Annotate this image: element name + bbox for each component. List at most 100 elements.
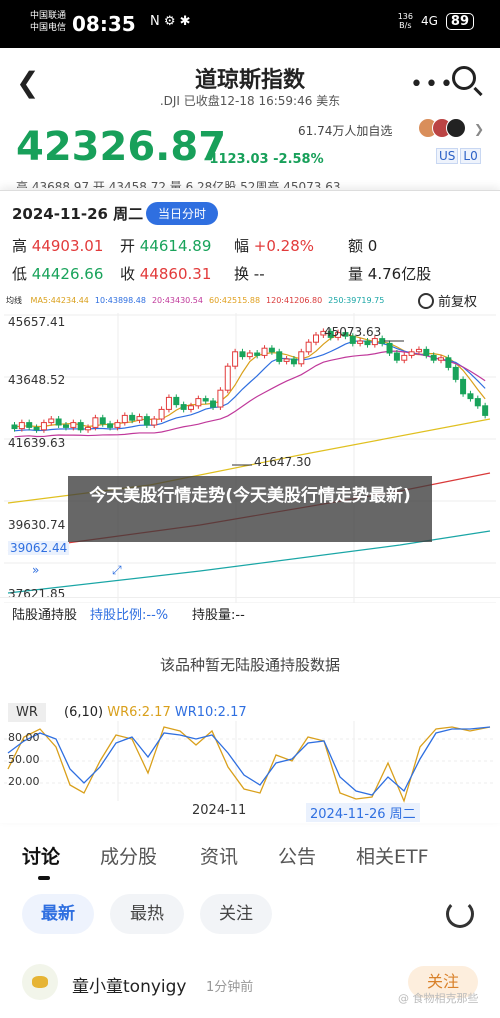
- ma20-line: [14, 350, 486, 438]
- double-chevron-icon[interactable]: »: [32, 563, 39, 577]
- candle-body: [298, 351, 305, 365]
- kline-chart[interactable]: 45657.41 43648.52 41639.63 39630.74 3906…: [0, 313, 500, 604]
- hk-connect-amount: 持股量:--: [192, 608, 245, 623]
- candle-body: [438, 357, 445, 361]
- candle-body: [460, 378, 467, 395]
- candle-body: [393, 352, 400, 361]
- clock: 08:35: [72, 12, 136, 36]
- stat-label: 收: [120, 265, 136, 283]
- candle-body: [136, 416, 143, 421]
- tab-news[interactable]: 资讯: [200, 842, 238, 869]
- post-username[interactable]: 童小童tonyigy: [72, 972, 186, 997]
- candle-body: [165, 396, 172, 410]
- candle-body: [114, 422, 121, 428]
- active-tab-indicator: [38, 876, 50, 880]
- post-item[interactable]: 童小童tonyigy 1分钟前 关注: [0, 960, 500, 1018]
- candle-body: [99, 417, 106, 425]
- hk-connect-section: 陆股通持股 持股比例:--% 持股量:-- 该品种暂无陆股通持股数据: [0, 597, 500, 698]
- candle-body: [474, 398, 481, 407]
- net-speed-value: 136: [397, 12, 413, 21]
- stat-label: 高: [12, 237, 28, 255]
- candle-body: [239, 351, 246, 358]
- stat-label: 量: [348, 265, 364, 283]
- stat-amplitude: 幅 +0.28%: [234, 235, 314, 256]
- candle-body: [173, 396, 180, 406]
- candle-body: [379, 338, 386, 344]
- candle-body: [224, 365, 231, 391]
- hk-connect-ratio: 持股比例:--%: [90, 608, 169, 623]
- candle-body: [283, 358, 290, 362]
- stat-value: 44426.66: [31, 265, 104, 283]
- refresh-icon[interactable]: [446, 900, 474, 928]
- chevron-right-icon[interactable]: ❯: [474, 122, 484, 136]
- stat-turnover: 换 --: [234, 263, 265, 284]
- filter-following[interactable]: 关注: [200, 894, 272, 934]
- candle-body: [55, 418, 62, 426]
- ma-value: 10:43898.48: [94, 296, 146, 305]
- price-change: -1123.03 -2.58%: [204, 152, 324, 167]
- expand-icon[interactable]: ⤢: [112, 563, 122, 578]
- search-icon[interactable]: [452, 66, 476, 90]
- stat-value: +0.28%: [253, 237, 315, 255]
- hk-connect-label: 陆股通持股: [12, 608, 78, 623]
- candle-body: [452, 366, 459, 380]
- candle-body: [371, 338, 378, 346]
- candle-body: [246, 352, 253, 358]
- candle-body: [261, 347, 268, 356]
- candle-body: [357, 340, 364, 344]
- market-badge-us: US: [436, 148, 459, 164]
- indicator-selector[interactable]: WR: [8, 703, 46, 722]
- moving-average-lines: [7, 333, 491, 594]
- hk-connect-empty-message: 该品种暂无陆股通持股数据: [159, 656, 340, 674]
- stat-low: 低 44426.66: [12, 263, 103, 284]
- y-axis-label: 41639.63: [8, 436, 66, 450]
- wr-indicator[interactable]: WR (6,10) WR6:2.17 WR10:2.17 80.00 50.00…: [0, 697, 500, 822]
- min-price-marker: 41647.30: [254, 455, 312, 469]
- candle-body: [386, 342, 393, 354]
- candle-body: [121, 414, 128, 424]
- candle-body: [467, 393, 474, 400]
- candle-body: [305, 341, 312, 353]
- wr-values: (6,10) WR6:2.17 WR10:2.17: [64, 705, 247, 720]
- post-time: 1分钟前: [206, 980, 254, 995]
- stat-label: 换: [234, 265, 250, 283]
- x-axis-label: 2024-11: [192, 803, 247, 818]
- candle-body: [33, 426, 40, 431]
- candle-body: [18, 422, 25, 430]
- candle-body: [202, 398, 209, 402]
- candle-body: [92, 417, 99, 428]
- tab-discussion[interactable]: 讨论: [22, 842, 60, 869]
- price-restore-toggle[interactable]: 前复权: [418, 291, 477, 310]
- timeshare-button[interactable]: 当日分时: [146, 202, 219, 225]
- carrier-info: 中国联通 中国电信: [30, 10, 66, 34]
- watermark: @ 食物相克那些: [398, 992, 479, 1005]
- kline-detail-card: 2024-11-26 周二 当日分时 高 44903.01 开 44614.89…: [0, 190, 500, 823]
- candle-body: [445, 357, 452, 368]
- candle-body: [276, 351, 283, 362]
- candle-body: [210, 400, 217, 408]
- avatar[interactable]: [22, 964, 58, 1000]
- wr-params: (6,10): [64, 705, 104, 720]
- candle-body: [180, 404, 187, 410]
- content-tabs: 讨论 成分股 资讯 公告 相关ETF: [0, 836, 500, 886]
- wr-lines: [7, 726, 491, 803]
- candle-body: [48, 418, 55, 424]
- net-speed-unit: B/s: [399, 21, 412, 30]
- filter-latest[interactable]: 最新: [22, 894, 94, 934]
- stat-volume: 量 4.76亿股: [348, 263, 431, 284]
- stat-label: 低: [12, 265, 28, 283]
- tab-related-etf[interactable]: 相关ETF: [356, 842, 429, 869]
- ma5-line: [14, 333, 486, 428]
- wr-axis-label: 80.00: [8, 731, 40, 744]
- more-icon[interactable]: •••: [410, 72, 455, 97]
- filter-hottest[interactable]: 最热: [110, 894, 184, 934]
- tab-constituents[interactable]: 成分股: [100, 842, 157, 869]
- candle-body: [187, 405, 194, 410]
- watcher-avatars[interactable]: [418, 118, 466, 138]
- app-header: ❮ 道琼斯指数 .DJI 已收盘12-18 16:59:46 美东 •••: [0, 48, 500, 118]
- candle-body: [77, 422, 84, 431]
- candle-body: [217, 389, 224, 408]
- tab-announcements[interactable]: 公告: [278, 842, 316, 869]
- candles: [11, 328, 489, 433]
- candle-body: [423, 348, 430, 356]
